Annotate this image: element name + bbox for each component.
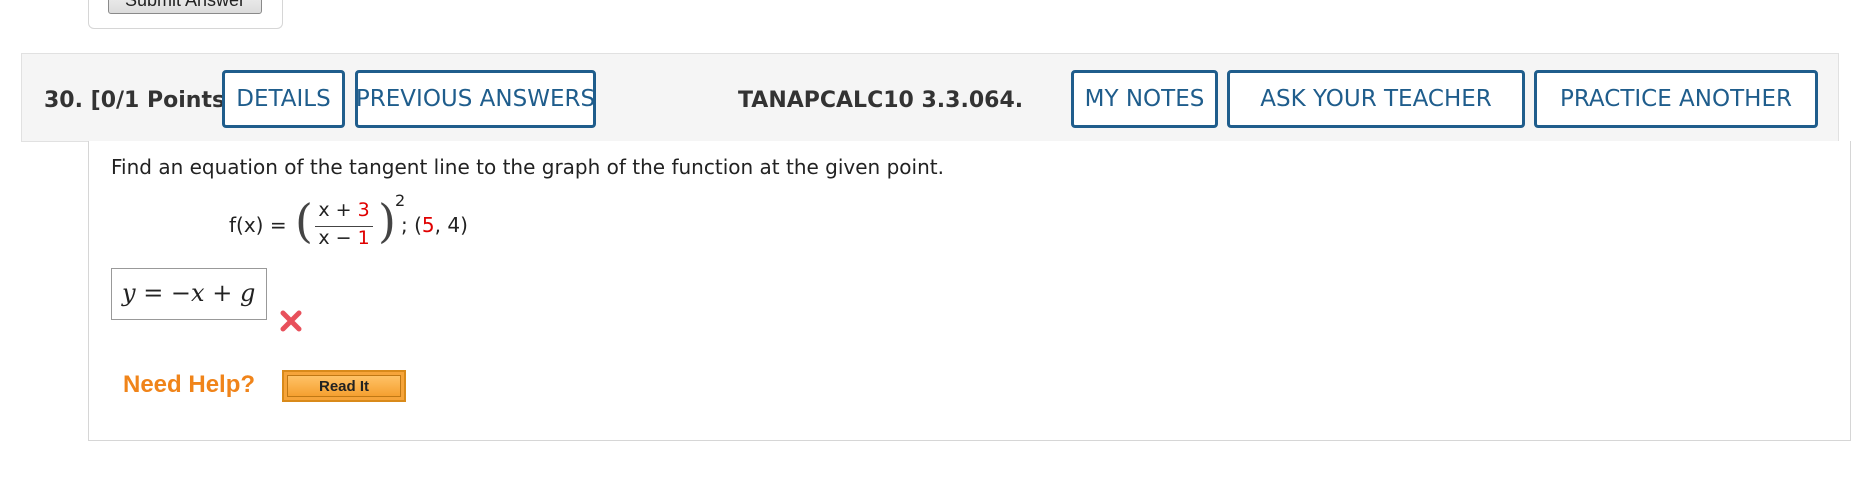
incorrect-x-icon [280,310,302,332]
question-points: [0/1 Points] [90,88,236,113]
practice-another-button[interactable]: PRACTICE ANOTHER [1534,70,1818,128]
exponent: 2 [395,191,406,210]
question-reference: TANAPCALC10 3.3.064. [738,88,1024,113]
read-it-button[interactable]: Read It [282,370,406,402]
denominator-constant: 1 [357,227,370,249]
need-help-label: Need Help? [123,371,256,398]
my-notes-button[interactable]: MY NOTES [1071,70,1218,128]
numerator-constant: 3 [357,199,370,221]
point-x: 5 [421,213,435,237]
question-header: 30. [0/1 Points] DETAILS PREVIOUS ANSWER… [21,53,1839,142]
question-prompt: Find an equation of the tangent line to … [111,155,944,179]
fraction-denominator: x − 1 [318,227,370,249]
fraction-numerator: x + 3 [318,199,370,221]
question-number-value: 30. [44,88,83,113]
question-body: Find an equation of the tangent line to … [88,141,1851,441]
given-point: ; (5, 4) [401,213,468,237]
details-button[interactable]: DETAILS [222,70,345,128]
ask-your-teacher-button[interactable]: ASK YOUR TEACHER [1227,70,1525,128]
function-lhs: f(x) = [229,213,287,237]
answer-input[interactable]: y = −x + g [111,268,267,320]
question-number: 30. [0/1 Points] [44,88,235,113]
submit-answer-button[interactable]: Submit Answer [108,0,262,14]
previous-answers-button[interactable]: PREVIOUS ANSWERS [355,70,596,128]
read-it-label: Read It [287,375,401,397]
right-paren: ) [378,194,396,248]
